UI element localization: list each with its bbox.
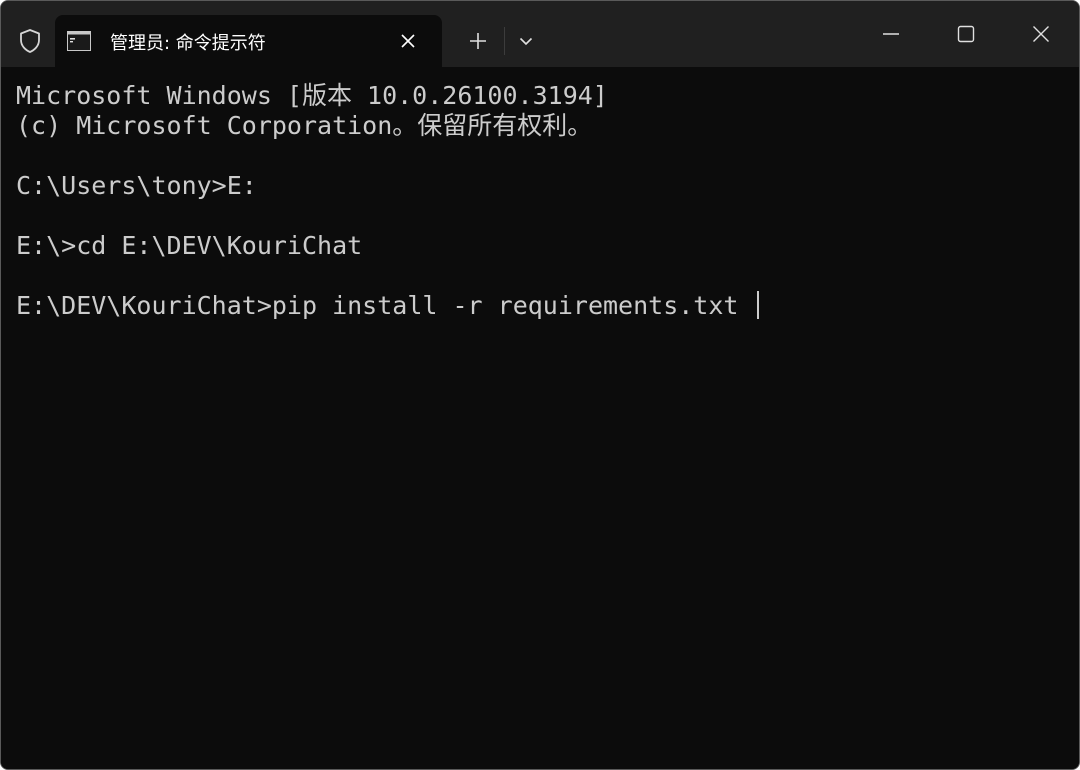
terminal-output[interactable]: Microsoft Windows [版本 10.0.26100.3194] (… — [1, 67, 1079, 769]
tab-dropdown-button[interactable] — [511, 25, 541, 57]
tab-divider — [504, 27, 505, 55]
minimize-icon — [883, 33, 899, 35]
tab-command-prompt[interactable]: 管理员: 命令提示符 — [55, 15, 442, 67]
terminal-window: 管理员: 命令提示符 Microsoft Windows [版本 10.0.26… — [0, 0, 1080, 770]
terminal-line-command: E:\>cd E:\DEV\KouriChat — [16, 231, 363, 260]
maximize-button[interactable] — [929, 1, 1003, 67]
text-cursor — [757, 291, 759, 319]
new-tab-button[interactable] — [461, 25, 495, 57]
shield-icon — [20, 29, 40, 53]
terminal-line-command: C:\Users\tony>E: — [16, 171, 257, 200]
close-icon — [401, 34, 415, 48]
admin-shield-button[interactable] — [11, 23, 49, 59]
terminal-line-version: Microsoft Windows [版本 10.0.26100.3194] — [16, 81, 608, 110]
title-bar[interactable]: 管理员: 命令提示符 — [1, 1, 1079, 67]
terminal-line-copyright: (c) Microsoft Corporation。保留所有权利。 — [16, 111, 593, 140]
chevron-down-icon — [519, 37, 533, 46]
close-icon — [1033, 26, 1049, 42]
cmd-icon — [67, 31, 91, 51]
minimize-button[interactable] — [854, 1, 928, 67]
tab-close-button[interactable] — [395, 28, 421, 54]
plus-icon — [470, 33, 486, 49]
tab-title: 管理员: 命令提示符 — [110, 33, 266, 54]
terminal-prompt-line[interactable]: E:\DEV\KouriChat>pip install -r requirem… — [16, 291, 738, 321]
maximize-icon — [957, 25, 975, 43]
close-window-button[interactable] — [1004, 1, 1078, 67]
